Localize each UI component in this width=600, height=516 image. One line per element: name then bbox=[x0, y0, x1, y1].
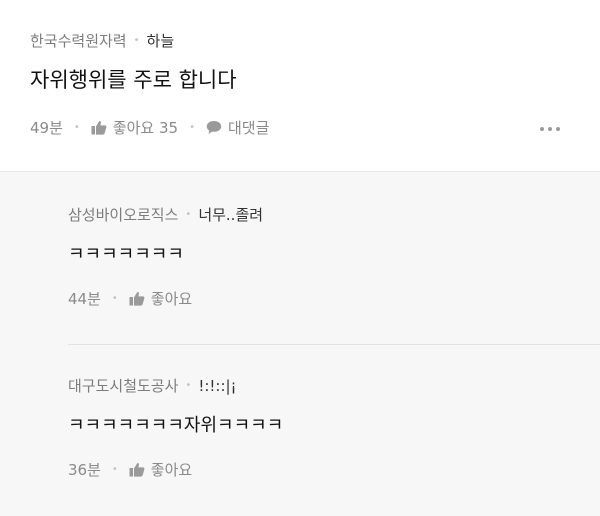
separator-dot: • bbox=[185, 209, 192, 220]
like-button[interactable]: 좋아요 35 bbox=[91, 117, 178, 138]
reply-time: 36분 bbox=[68, 461, 101, 479]
author-nickname[interactable]: !:!::|¡ bbox=[198, 377, 236, 395]
like-label: 좋아요 35 bbox=[112, 119, 179, 137]
like-label: 좋아요 bbox=[150, 290, 193, 308]
author-nickname[interactable]: 하늘 bbox=[147, 30, 175, 51]
reply-meta: 삼성바이오로직스 • 너무..졸려 bbox=[68, 204, 263, 225]
like-label: 좋아요 bbox=[150, 461, 193, 479]
reply-meta: 대구도시철도공사 • !:!::|¡ bbox=[68, 375, 237, 396]
reply-body: ㅋㅋㅋㅋㅋㅋㅋ자위ㅋㅋㅋㅋ bbox=[68, 415, 284, 436]
reply-label: 대댓글 bbox=[227, 119, 270, 137]
reply-time: 44분 bbox=[68, 290, 101, 308]
thumbs-up-icon bbox=[129, 292, 145, 306]
more-dot bbox=[556, 127, 560, 131]
separator-dot: • bbox=[133, 35, 140, 46]
more-dot bbox=[548, 127, 552, 131]
comment: 한국수력원자력 • 하늘 자위행위를 주로 합니다 49분 • 좋아요 35 •… bbox=[0, 0, 600, 172]
reply-button[interactable]: 대댓글 bbox=[206, 117, 269, 138]
reply-actions: 36분 • 좋아요 bbox=[68, 459, 192, 480]
separator-dot: • bbox=[111, 293, 118, 304]
author-company[interactable]: 대구도시철도공사 bbox=[68, 375, 178, 396]
reply-item: 삼성바이오로직스 • 너무..졸려 ㅋㅋㅋㅋㅋㅋㅋ 44분 • 좋아요 bbox=[68, 172, 600, 345]
like-button[interactable]: 좋아요 bbox=[129, 459, 192, 480]
reply-list: 삼성바이오로직스 • 너무..졸려 ㅋㅋㅋㅋㅋㅋㅋ 44분 • 좋아요 대구도시… bbox=[0, 172, 600, 516]
separator-dot: • bbox=[111, 464, 118, 475]
reply-actions: 44분 • 좋아요 bbox=[68, 288, 192, 309]
separator-dot: • bbox=[73, 122, 80, 133]
more-dot bbox=[540, 127, 544, 131]
separator-dot: • bbox=[189, 122, 195, 133]
comment-actions: 49분 • 좋아요 35 • 대댓글 bbox=[30, 117, 269, 138]
comment-meta: 한국수력원자력 • 하늘 bbox=[30, 30, 174, 51]
thumbs-up-icon bbox=[91, 121, 107, 135]
separator-dot: • bbox=[185, 380, 192, 391]
comment-time: 49분 bbox=[30, 119, 63, 137]
author-company[interactable]: 한국수력원자력 bbox=[30, 30, 127, 51]
more-dots-icon[interactable] bbox=[540, 127, 560, 131]
speech-bubble-icon bbox=[206, 121, 222, 134]
reply-body: ㅋㅋㅋㅋㅋㅋㅋ bbox=[68, 244, 184, 265]
like-button[interactable]: 좋아요 bbox=[129, 288, 192, 309]
comment-body: 자위행위를 주로 합니다 bbox=[30, 68, 237, 92]
reply-item: 대구도시철도공사 • !:!::|¡ ㅋㅋㅋㅋㅋㅋㅋ자위ㅋㅋㅋㅋ 36분 • 좋… bbox=[68, 345, 600, 516]
author-nickname[interactable]: 너무..졸려 bbox=[198, 204, 263, 225]
thumbs-up-icon bbox=[129, 463, 145, 477]
author-company[interactable]: 삼성바이오로직스 bbox=[68, 204, 178, 225]
